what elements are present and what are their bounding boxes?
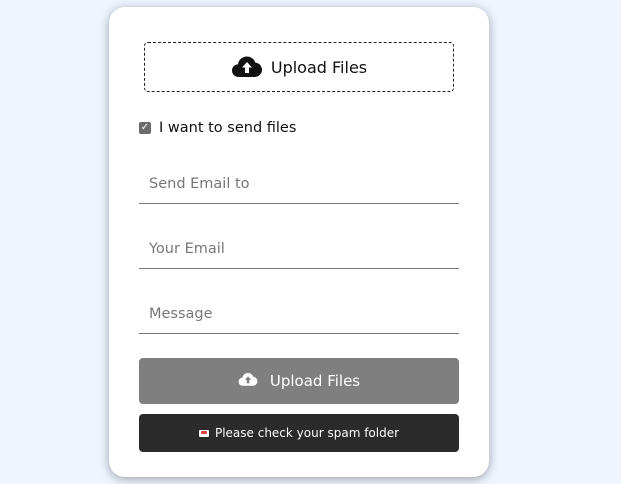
cloud-upload-icon	[238, 372, 258, 391]
spam-notice: Please check your spam folder	[139, 414, 459, 452]
send-to-email-field[interactable]	[139, 164, 459, 204]
upload-button-label: Upload Files	[269, 372, 361, 390]
cloud-upload-icon	[231, 55, 263, 79]
dropzone-label: Upload Files	[270, 57, 368, 77]
mail-icon	[198, 429, 209, 437]
send-files-label: I want to send files	[159, 120, 297, 136]
message-field[interactable]	[139, 294, 459, 334]
upload-files-button[interactable]: Upload Files	[139, 358, 459, 404]
your-email-field[interactable]	[139, 229, 459, 269]
send-files-checkbox[interactable]: ✓	[139, 122, 151, 134]
send-files-option[interactable]: ✓ I want to send files	[139, 120, 296, 136]
upload-card: Upload Files ✓ I want to send files Uplo…	[109, 7, 489, 477]
file-dropzone[interactable]: Upload Files	[144, 42, 454, 92]
spam-notice-text: Please check your spam folder	[214, 426, 400, 440]
